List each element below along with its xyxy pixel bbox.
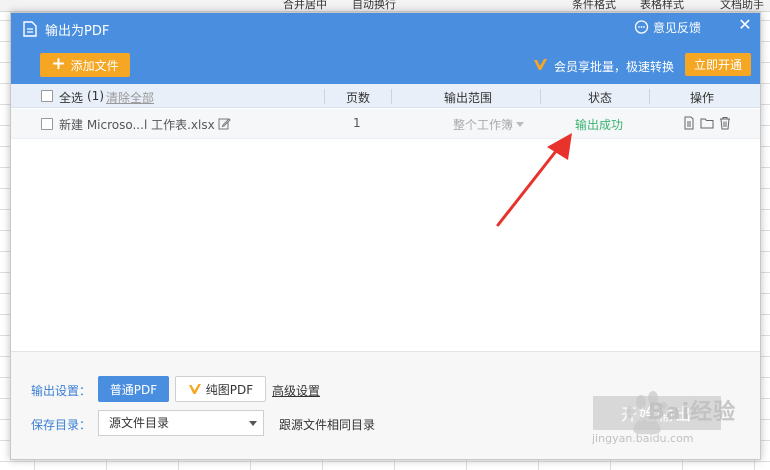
selected-count: (1) <box>87 89 104 103</box>
column-divider <box>391 89 392 104</box>
edit-icon[interactable] <box>218 117 231 130</box>
column-divider <box>540 89 541 104</box>
export-pdf-dialog: 输出为PDF 意见反馈 ✕ + 添加文件 会员享批量，极速转换 立即开通 全选 … <box>10 12 761 460</box>
feedback-label: 意见反馈 <box>653 21 702 35</box>
vip-crown-icon <box>534 59 547 70</box>
image-pdf-label: 纯图PDF <box>205 382 254 397</box>
feedback-button[interactable]: 意见反馈 <box>634 19 701 36</box>
open-file-icon[interactable] <box>682 116 696 130</box>
select-all-checkbox[interactable] <box>41 90 53 102</box>
toolbar-merge-center[interactable]: 合并居中 <box>283 0 327 11</box>
column-divider <box>649 89 650 104</box>
toolbar-wrap-text[interactable]: 自动换行 <box>352 0 396 11</box>
watermark-url: jingyan.baidu.com <box>592 432 694 445</box>
close-icon[interactable]: ✕ <box>737 15 753 35</box>
folder-icon[interactable] <box>700 116 714 130</box>
vip-crown-icon <box>188 383 201 394</box>
save-dir-note: 跟源文件相同目录 <box>279 418 376 432</box>
column-divider <box>324 89 325 104</box>
chevron-down-icon <box>249 421 257 426</box>
trash-icon[interactable] <box>718 116 732 130</box>
dialog-title: 输出为PDF <box>45 24 110 39</box>
header-status: 状态 <box>588 91 613 105</box>
vip-promo-text: 会员享批量，极速转换 <box>554 60 675 74</box>
dialog-header: 输出为PDF 意见反馈 ✕ + 添加文件 会员享批量，极速转换 立即开通 <box>11 13 760 84</box>
save-dir-select[interactable]: 源文件目录 <box>98 410 264 436</box>
toolbar-table-style[interactable]: 表格样式 <box>640 0 684 11</box>
row-pages: 1 <box>353 116 361 130</box>
row-status: 输出成功 <box>575 118 624 132</box>
pdf-doc-icon <box>23 21 37 37</box>
spreadsheet-toolbar: 合并居中 自动换行 条件格式 表格样式 文档助手 <box>0 0 770 12</box>
row-checkbox[interactable] <box>41 118 53 130</box>
advanced-settings-link[interactable]: 高级设置 <box>272 382 320 399</box>
save-dir-label: 保存目录： <box>31 418 92 432</box>
file-name: 新建 Microso...l 工作表.xlsx <box>59 118 215 132</box>
clear-all-link[interactable]: 清除全部 <box>106 89 154 106</box>
header-actions: 操作 <box>690 91 715 105</box>
file-table-header: 全选 (1) 清除全部 页数 输出范围 状态 操作 <box>11 84 760 108</box>
watermark-brand: Bai经验 <box>648 400 737 425</box>
add-file-button[interactable]: + 添加文件 <box>40 53 130 77</box>
output-settings-label: 输出设置： <box>31 384 92 398</box>
chat-bubble-icon <box>634 20 649 34</box>
add-file-label: 添加文件 <box>70 58 119 73</box>
table-row[interactable]: 新建 Microso...l 工作表.xlsx 1 整个工作簿 输出成功 <box>11 109 760 139</box>
normal-pdf-button[interactable]: 普通PDF <box>98 376 169 402</box>
header-pages: 页数 <box>346 91 371 105</box>
plus-icon: + <box>51 53 66 74</box>
image-pdf-button[interactable]: 纯图PDF <box>175 376 266 402</box>
select-all-label: 全选 <box>59 91 84 105</box>
open-vip-button[interactable]: 立即开通 <box>685 53 751 76</box>
toolbar-doc-helper[interactable]: 文档助手 <box>720 0 764 11</box>
annotation-arrow <box>496 133 572 227</box>
header-range: 输出范围 <box>444 91 493 105</box>
save-dir-value: 源文件目录 <box>109 416 170 430</box>
toolbar-conditional-format[interactable]: 条件格式 <box>572 0 616 11</box>
chevron-down-icon <box>516 122 524 127</box>
